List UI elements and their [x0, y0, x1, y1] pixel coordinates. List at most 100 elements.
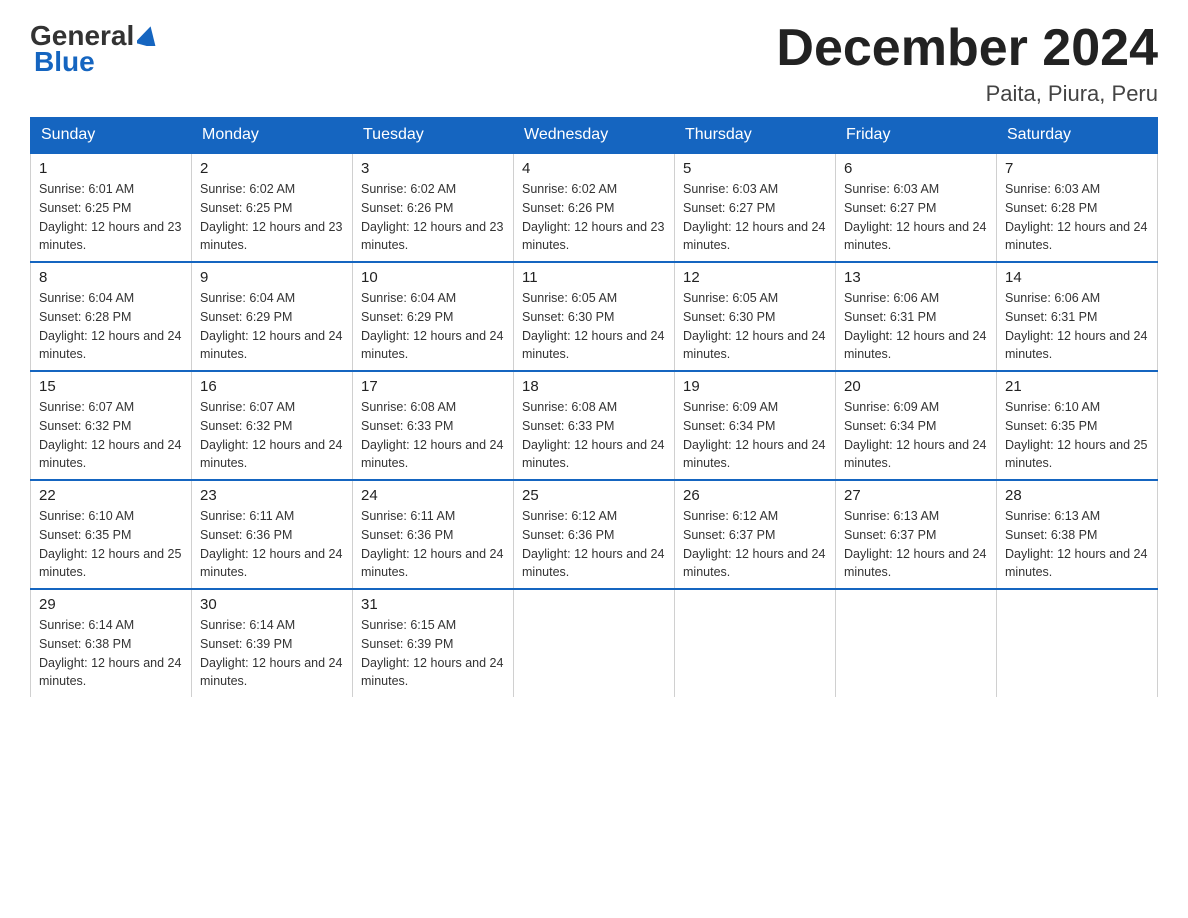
day-info: Sunrise: 6:05 AM Sunset: 6:30 PM Dayligh… — [522, 289, 666, 364]
sunrise-time: 6:02 AM — [249, 182, 295, 196]
sunset-time: 6:34 PM — [729, 419, 776, 433]
sunrise-label: Sunrise: — [844, 509, 893, 523]
day-info: Sunrise: 6:03 AM Sunset: 6:27 PM Dayligh… — [844, 180, 988, 255]
day-number: 14 — [1005, 269, 1149, 286]
day-info: Sunrise: 6:13 AM Sunset: 6:38 PM Dayligh… — [1005, 507, 1149, 582]
sunset-label: Sunset: — [361, 419, 407, 433]
calendar-cell: 2 Sunrise: 6:02 AM Sunset: 6:25 PM Dayli… — [192, 153, 353, 262]
day-info: Sunrise: 6:11 AM Sunset: 6:36 PM Dayligh… — [361, 507, 505, 582]
daylight-label: Daylight: — [361, 547, 413, 561]
day-info: Sunrise: 6:02 AM Sunset: 6:26 PM Dayligh… — [522, 180, 666, 255]
daylight-label: Daylight: — [844, 547, 896, 561]
calendar-cell: 24 Sunrise: 6:11 AM Sunset: 6:36 PM Dayl… — [353, 480, 514, 589]
daylight-label: Daylight: — [522, 329, 574, 343]
sunrise-time: 6:02 AM — [571, 182, 617, 196]
sunset-time: 6:35 PM — [1051, 419, 1098, 433]
day-number: 23 — [200, 487, 344, 504]
calendar-week-row: 8 Sunrise: 6:04 AM Sunset: 6:28 PM Dayli… — [31, 262, 1158, 371]
calendar-header-row: SundayMondayTuesdayWednesdayThursdayFrid… — [31, 118, 1158, 154]
calendar-cell — [836, 589, 997, 697]
day-number: 7 — [1005, 160, 1149, 177]
daylight-label: Daylight: — [200, 656, 252, 670]
sunrise-label: Sunrise: — [200, 509, 249, 523]
sunset-label: Sunset: — [844, 419, 890, 433]
sunset-time: 6:30 PM — [568, 310, 615, 324]
sunset-time: 6:28 PM — [85, 310, 132, 324]
calendar-cell: 10 Sunrise: 6:04 AM Sunset: 6:29 PM Dayl… — [353, 262, 514, 371]
sunset-time: 6:39 PM — [407, 637, 454, 651]
sunset-time: 6:36 PM — [568, 528, 615, 542]
sunset-time: 6:33 PM — [568, 419, 615, 433]
sunrise-label: Sunrise: — [522, 509, 571, 523]
day-info: Sunrise: 6:02 AM Sunset: 6:25 PM Dayligh… — [200, 180, 344, 255]
sunset-time: 6:34 PM — [890, 419, 937, 433]
sunrise-label: Sunrise: — [683, 400, 732, 414]
day-info: Sunrise: 6:15 AM Sunset: 6:39 PM Dayligh… — [361, 616, 505, 691]
daylight-label: Daylight: — [522, 547, 574, 561]
day-number: 11 — [522, 269, 666, 286]
calendar-cell: 19 Sunrise: 6:09 AM Sunset: 6:34 PM Dayl… — [675, 371, 836, 480]
sunset-time: 6:35 PM — [85, 528, 132, 542]
page-header: General Blue December 2024 Paita, Piura,… — [30, 20, 1158, 107]
sunrise-time: 6:04 AM — [88, 291, 134, 305]
calendar-cell: 29 Sunrise: 6:14 AM Sunset: 6:38 PM Dayl… — [31, 589, 192, 697]
daylight-label: Daylight: — [522, 220, 574, 234]
sunrise-time: 6:09 AM — [732, 400, 778, 414]
day-number: 19 — [683, 378, 827, 395]
sunrise-label: Sunrise: — [200, 182, 249, 196]
sunrise-time: 6:03 AM — [732, 182, 778, 196]
sunset-time: 6:37 PM — [729, 528, 776, 542]
day-header-saturday: Saturday — [997, 118, 1158, 154]
daylight-label: Daylight: — [361, 220, 413, 234]
sunrise-time: 6:10 AM — [1054, 400, 1100, 414]
calendar-week-row: 29 Sunrise: 6:14 AM Sunset: 6:38 PM Dayl… — [31, 589, 1158, 697]
calendar-cell: 3 Sunrise: 6:02 AM Sunset: 6:26 PM Dayli… — [353, 153, 514, 262]
sunset-time: 6:25 PM — [246, 201, 293, 215]
daylight-label: Daylight: — [361, 438, 413, 452]
sunrise-label: Sunrise: — [1005, 182, 1054, 196]
calendar-week-row: 22 Sunrise: 6:10 AM Sunset: 6:35 PM Dayl… — [31, 480, 1158, 589]
logo-triangle-icon — [137, 26, 159, 51]
sunrise-time: 6:03 AM — [1054, 182, 1100, 196]
sunrise-time: 6:15 AM — [410, 618, 456, 632]
daylight-label: Daylight: — [1005, 438, 1057, 452]
day-number: 2 — [200, 160, 344, 177]
day-info: Sunrise: 6:11 AM Sunset: 6:36 PM Dayligh… — [200, 507, 344, 582]
sunset-label: Sunset: — [683, 528, 729, 542]
sunrise-label: Sunrise: — [39, 182, 88, 196]
day-info: Sunrise: 6:05 AM Sunset: 6:30 PM Dayligh… — [683, 289, 827, 364]
logo-blue-text: Blue — [30, 46, 159, 78]
calendar-cell: 31 Sunrise: 6:15 AM Sunset: 6:39 PM Dayl… — [353, 589, 514, 697]
sunrise-time: 6:04 AM — [249, 291, 295, 305]
month-title: December 2024 — [776, 20, 1158, 77]
day-number: 31 — [361, 596, 505, 613]
sunset-label: Sunset: — [361, 528, 407, 542]
day-info: Sunrise: 6:14 AM Sunset: 6:38 PM Dayligh… — [39, 616, 183, 691]
calendar-week-row: 1 Sunrise: 6:01 AM Sunset: 6:25 PM Dayli… — [31, 153, 1158, 262]
sunrise-label: Sunrise: — [39, 400, 88, 414]
daylight-label: Daylight: — [361, 656, 413, 670]
sunrise-time: 6:03 AM — [893, 182, 939, 196]
calendar-cell: 18 Sunrise: 6:08 AM Sunset: 6:33 PM Dayl… — [514, 371, 675, 480]
sunrise-time: 6:12 AM — [732, 509, 778, 523]
sunset-time: 6:39 PM — [246, 637, 293, 651]
day-info: Sunrise: 6:07 AM Sunset: 6:32 PM Dayligh… — [39, 398, 183, 473]
calendar-cell: 7 Sunrise: 6:03 AM Sunset: 6:28 PM Dayli… — [997, 153, 1158, 262]
sunrise-label: Sunrise: — [39, 291, 88, 305]
sunrise-label: Sunrise: — [683, 509, 732, 523]
sunset-label: Sunset: — [683, 310, 729, 324]
day-header-sunday: Sunday — [31, 118, 192, 154]
day-header-wednesday: Wednesday — [514, 118, 675, 154]
calendar-cell — [997, 589, 1158, 697]
sunrise-label: Sunrise: — [844, 291, 893, 305]
sunrise-time: 6:11 AM — [410, 509, 455, 523]
daylight-label: Daylight: — [1005, 329, 1057, 343]
sunset-label: Sunset: — [683, 201, 729, 215]
day-info: Sunrise: 6:10 AM Sunset: 6:35 PM Dayligh… — [1005, 398, 1149, 473]
sunset-label: Sunset: — [1005, 310, 1051, 324]
day-info: Sunrise: 6:04 AM Sunset: 6:29 PM Dayligh… — [361, 289, 505, 364]
day-number: 13 — [844, 269, 988, 286]
day-info: Sunrise: 6:03 AM Sunset: 6:28 PM Dayligh… — [1005, 180, 1149, 255]
day-info: Sunrise: 6:13 AM Sunset: 6:37 PM Dayligh… — [844, 507, 988, 582]
sunrise-label: Sunrise: — [522, 182, 571, 196]
